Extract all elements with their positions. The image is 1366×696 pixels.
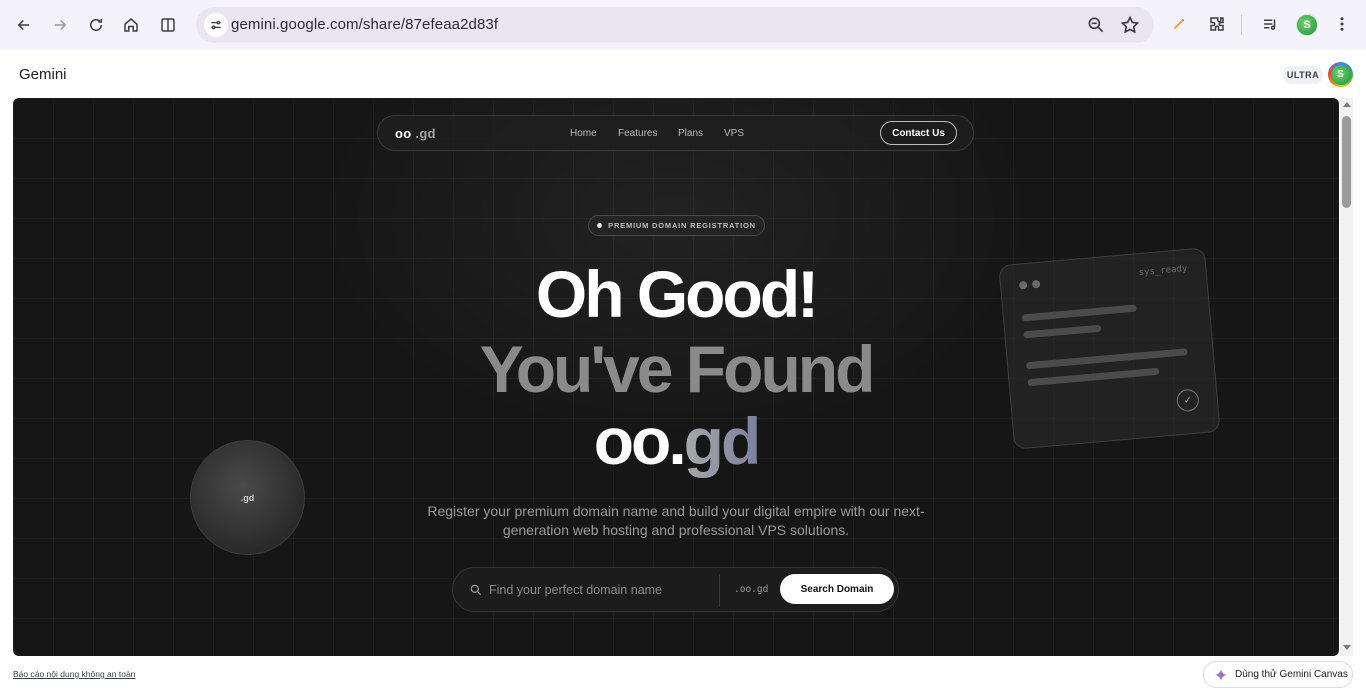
forward-icon[interactable] <box>46 11 74 39</box>
preview-scrollbar[interactable] <box>1340 98 1353 656</box>
headline-domain-ext: gd <box>683 404 762 478</box>
decorative-orb: .gd <box>190 440 305 555</box>
split-view-icon[interactable] <box>154 11 182 39</box>
report-unsafe-link[interactable]: Báo cáo nội dung không an toàn <box>13 669 135 679</box>
badge-text: PREMIUM DOMAIN REGISTRATION <box>608 221 756 230</box>
canvas-button-label: Dùng thử Gemini Canvas <box>1235 669 1348 680</box>
card-line <box>1021 304 1137 322</box>
avatar-initial: S <box>1330 64 1351 85</box>
reload-icon[interactable] <box>82 11 110 39</box>
address-bar[interactable]: gemini.google.com/share/87efeaa2d83f <box>196 7 1154 43</box>
hero-subtext: Register your premium domain name and bu… <box>427 503 925 538</box>
search-domain-button[interactable]: Search Domain <box>780 574 894 604</box>
back-icon[interactable] <box>10 11 38 39</box>
site-settings-icon[interactable] <box>204 13 228 37</box>
check-icon: ✓ <box>1175 388 1200 413</box>
profile-avatar[interactable]: S <box>1296 14 1318 36</box>
nav-link-features[interactable]: Features <box>618 128 657 139</box>
nav-link-home[interactable]: Home <box>570 128 597 139</box>
scroll-up-icon[interactable] <box>1343 102 1351 107</box>
card-line <box>1023 324 1102 339</box>
scroll-thumb[interactable] <box>1342 116 1351 208</box>
nav-link-plans[interactable]: Plans <box>678 128 703 139</box>
headline-domain-main: oo. <box>593 404 687 478</box>
tld-label: .oo.gd <box>734 584 769 595</box>
url-text: gemini.google.com/share/87efeaa2d83f <box>231 16 499 33</box>
menu-dots-icon[interactable] <box>1331 13 1353 35</box>
domain-search-input[interactable] <box>489 580 709 600</box>
contact-us-button[interactable]: Contact Us <box>880 121 957 145</box>
badge-dot-icon <box>597 223 603 228</box>
card-dot-icon <box>1018 280 1028 290</box>
orb-label: .gd <box>240 492 255 503</box>
card-line <box>1027 367 1160 387</box>
search-icon <box>469 583 483 597</box>
gemini-spark-icon <box>1215 668 1227 681</box>
extensions-icon[interactable] <box>1206 13 1228 35</box>
search-divider <box>719 574 720 607</box>
plan-badge: ULTRA <box>1283 66 1323 84</box>
scroll-down-icon[interactable] <box>1343 645 1351 650</box>
gemini-header <box>0 50 1366 96</box>
nav-link-vps[interactable]: VPS <box>724 128 744 139</box>
canvas-preview: oo .gd Home Features Plans VPS Contact U… <box>13 98 1339 656</box>
card-line <box>1025 348 1188 370</box>
decorative-status-card: sys_ready ✓ <box>998 247 1221 450</box>
card-dot-icon <box>1031 279 1041 289</box>
account-avatar[interactable]: S <box>1328 62 1353 87</box>
card-label: sys_ready <box>1138 263 1188 279</box>
try-gemini-canvas-button[interactable]: Dùng thử Gemini Canvas <box>1203 661 1353 688</box>
home-icon[interactable] <box>117 11 145 39</box>
logo-main: oo <box>395 126 412 141</box>
media-control-icon[interactable] <box>1259 13 1281 35</box>
site-logo[interactable]: oo .gd <box>395 126 436 141</box>
browser-toolbar: gemini.google.com/share/87efeaa2d83f S <box>0 0 1366 50</box>
zoom-icon[interactable] <box>1086 15 1106 35</box>
site-navbar: oo .gd Home Features Plans VPS Contact U… <box>377 115 974 151</box>
toolbar-divider <box>1241 15 1242 35</box>
premium-badge: PREMIUM DOMAIN REGISTRATION <box>588 215 765 236</box>
gemini-title[interactable]: Gemini <box>19 66 67 83</box>
bookmark-star-icon[interactable] <box>1120 15 1140 35</box>
logo-ext: .gd <box>415 126 436 141</box>
domain-search-bar: .oo.gd Search Domain <box>452 567 899 612</box>
pen-icon[interactable] <box>1168 13 1190 35</box>
